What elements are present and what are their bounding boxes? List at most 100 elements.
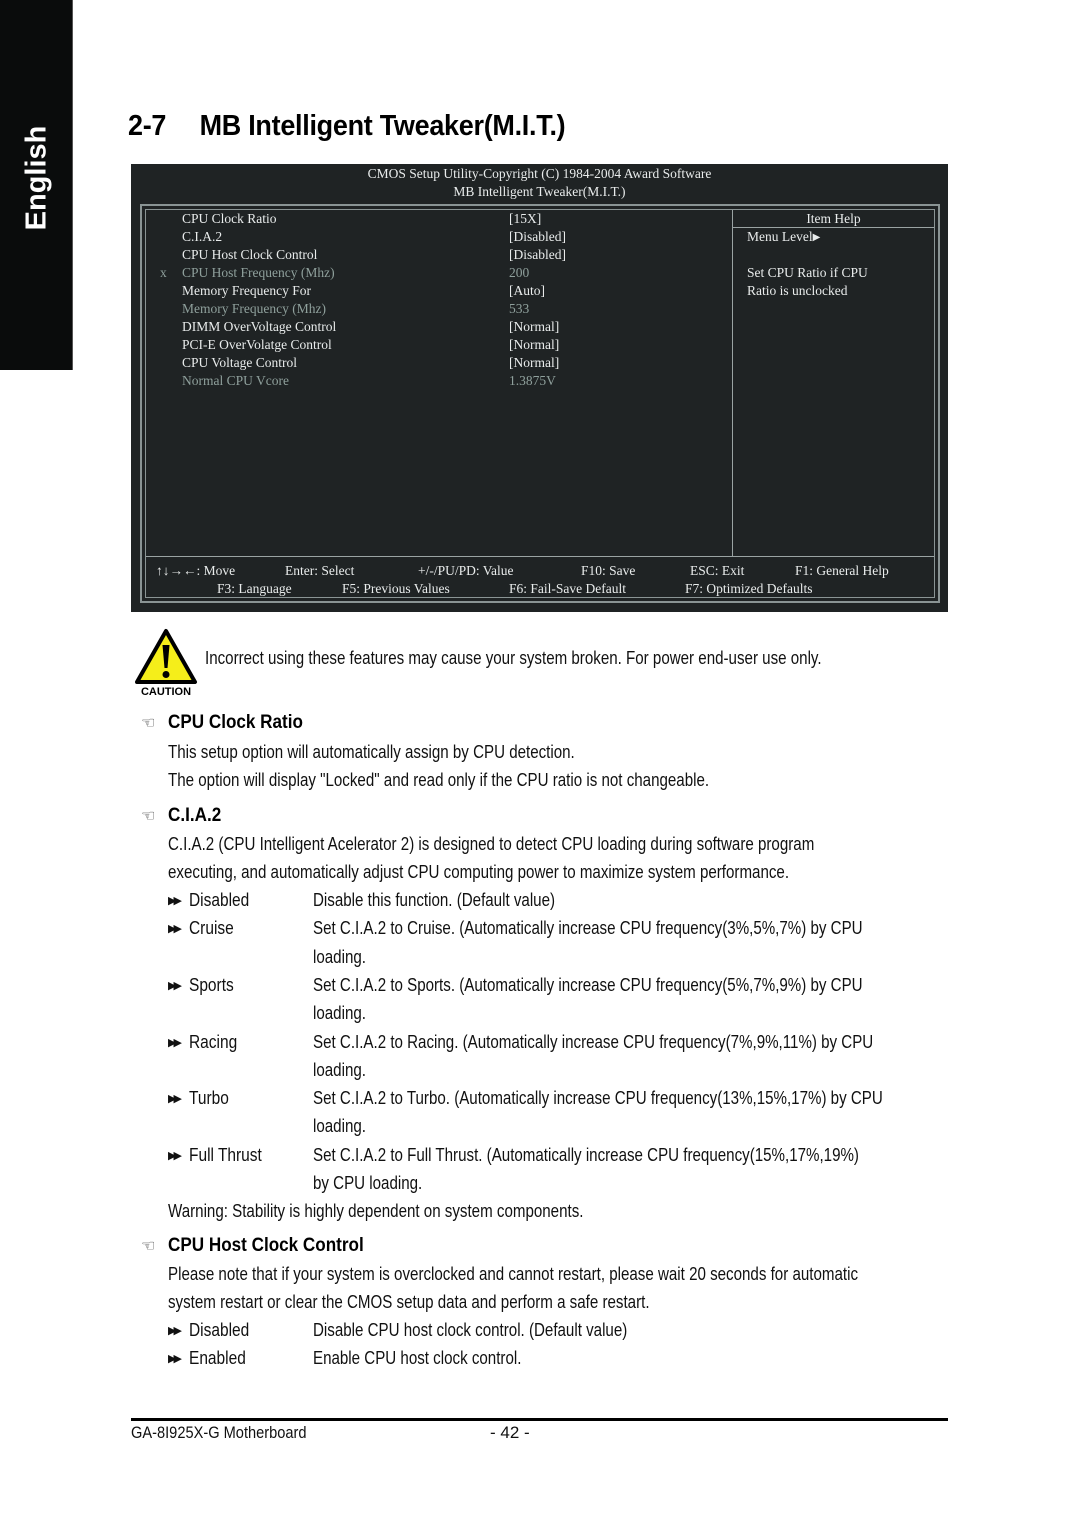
paragraph-line: C.I.A.2 (CPU Intelligent Acelerator 2) i… (168, 834, 815, 854)
warning-triangle-icon (135, 629, 197, 684)
bios-setting-value[interactable]: [Normal] (509, 336, 559, 354)
bios-setting-value: 1.3875V (509, 373, 556, 388)
option-name: Cruise (189, 918, 234, 939)
option-description: loading. (313, 1116, 366, 1137)
option-name: Full Thrust (189, 1144, 262, 1165)
key-hint-exit: ESC: Exit (690, 563, 745, 578)
bios-setting-value: 533 (509, 301, 530, 316)
help-text-line: Set CPU Ratio if CPU (747, 265, 868, 280)
paragraph-line: This setup option will automatically ass… (168, 742, 575, 762)
bios-copyright-header: CMOS Setup Utility-Copyright (C) 1984-20… (367, 166, 712, 181)
option-description: Set C.I.A.2 to Sports. (Automatically in… (313, 974, 863, 995)
language-side-tab: English (0, 0, 73, 370)
bios-setting-row[interactable]: PCI-E OverVolatge Control [Normal] (146, 336, 732, 354)
bios-setting-row[interactable]: CPU Host Clock Control [Disabled] (146, 246, 732, 264)
option-description: Set C.I.A.2 to Full Thrust. (Automatical… (313, 1144, 859, 1165)
double-arrow-bullet-icon: ▶▶ (168, 1093, 182, 1106)
key-hint-optimized-defaults: F7: Optimized Defaults (685, 581, 813, 596)
item-help-title: Item Help (806, 211, 861, 226)
key-hint-select: Enter: Select (285, 563, 355, 578)
key-hint-previous-values: F5: Previous Values (342, 581, 450, 596)
bios-inner-frame: CPU Clock Ratio [15X] C.I.A.2 [Disabled] CPU… (145, 209, 935, 598)
option-name: Sports (189, 974, 234, 995)
bios-setting-value[interactable]: [Disabled] (509, 246, 566, 264)
language-label: English (20, 125, 53, 231)
option-item: ▶▶ Cruise Set C.I.A.2 to Cruise. (Automati… (168, 918, 863, 939)
option-item: ▶▶ Disabled Disable CPU host clock control… (168, 1320, 627, 1341)
cia2-warning: Warning: Stability is highly dependent o… (168, 1201, 584, 1221)
option-item: ▶▶ Disabled Disable this function. (Defaul… (168, 890, 555, 911)
double-arrow-bullet-icon: ▶▶ (168, 1353, 182, 1366)
bios-setting-row[interactable]: CPU Voltage Control [Normal] (146, 354, 732, 372)
double-arrow-bullet-icon: ▶▶ (168, 979, 182, 992)
option-name: Enabled (189, 1348, 246, 1369)
bios-vertical-divider (732, 210, 733, 556)
section-title: MB Intelligent Tweaker(M.I.T.) (199, 110, 566, 142)
help-text-line: Ratio is unclocked (747, 283, 848, 298)
section-heading-cpu-host-clock-control: ☜ CPU Host Clock Control (141, 1235, 364, 1256)
option-item: ▶▶ Full Thrust Set C.I.A.2 to Full Thrust.… (168, 1145, 859, 1166)
bios-setting-label: Memory Frequency For (182, 283, 311, 298)
option-description: Enable CPU host clock control. (313, 1348, 522, 1369)
caution-label: CAUTION (140, 686, 192, 698)
pointing-hand-icon: ☜ (141, 1238, 156, 1255)
bios-setting-value[interactable]: [Disabled] (509, 228, 566, 246)
bios-setting-row: Memory Frequency (Mhz) 533 (146, 300, 732, 318)
option-name: Turbo (189, 1088, 229, 1109)
section-number: 2-7 (128, 110, 167, 142)
option-description: by CPU loading. (313, 1173, 423, 1193)
option-item: ▶▶ Racing Set C.I.A.2 to Racing. (Automati… (168, 1032, 873, 1053)
pointing-hand-icon: ☜ (141, 715, 156, 732)
option-description: Disable CPU host clock control. (Default… (313, 1320, 628, 1340)
paragraph-line: Please note that if your system is overc… (168, 1264, 859, 1284)
caution-icon: CAUTION (134, 628, 198, 700)
footer-rule (131, 1418, 948, 1421)
locked-marker: x (160, 265, 167, 280)
section-heading-cpu-clock-ratio: ☜ CPU Clock Ratio (141, 712, 303, 733)
bios-setting-value[interactable]: [Normal] (509, 354, 559, 372)
paragraph-line: system restart or clear the CMOS setup d… (168, 1292, 650, 1312)
bios-frame: CPU Clock Ratio [15X] C.I.A.2 [Disabled] CPU… (140, 204, 940, 603)
double-arrow-bullet-icon: ▶▶ (168, 923, 182, 936)
bios-setting-label: CPU Clock Ratio (182, 211, 277, 226)
menu-level-text: Menu Level▶ (747, 229, 821, 244)
option-description: loading. (313, 1003, 366, 1024)
key-hint-save: F10: Save (581, 563, 636, 578)
bios-setting-label: Normal CPU Vcore (182, 373, 289, 388)
bios-setting-row[interactable]: C.I.A.2 [Disabled] (146, 228, 732, 246)
option-description: loading. (313, 946, 366, 967)
bios-setting-label: C.I.A.2 (182, 229, 223, 244)
option-name: Racing (189, 1031, 238, 1052)
page-number: - 42 - (490, 1423, 530, 1442)
bios-setting-label: CPU Host Frequency (Mhz) (182, 265, 335, 280)
menu-level-arrow-icon: ▶ (812, 232, 821, 243)
bios-setting-row[interactable]: DIMM OverVoltage Control [Normal] (146, 318, 732, 336)
bios-setting-value[interactable]: [Auto] (509, 282, 545, 300)
footer-model: GA-8I925X-G Motherboard (131, 1423, 307, 1442)
pointing-hand-icon: ☜ (141, 808, 156, 825)
option-item: ▶▶ Enabled Enable CPU host clock control. (168, 1348, 521, 1369)
bios-setting-row: x CPU Host Frequency (Mhz) 200 (146, 264, 732, 282)
bios-setting-row[interactable]: Memory Frequency For [Auto] (146, 282, 732, 300)
bios-setting-value[interactable]: [15X] (509, 210, 541, 228)
bios-setting-row: Normal CPU Vcore 1.3875V (146, 372, 732, 390)
option-description: Set C.I.A.2 to Cruise. (Automatically in… (313, 918, 863, 939)
double-arrow-bullet-icon: ▶▶ (168, 1036, 182, 1049)
bios-setting-value[interactable]: [Normal] (509, 318, 559, 336)
key-hint-general-help: F1: General Help (795, 563, 889, 578)
bios-setting-value: 200 (509, 265, 530, 280)
option-description: loading. (313, 1059, 366, 1080)
key-hint-language: F3: Language (217, 581, 292, 596)
bios-menu-title: MB Intelligent Tweaker(M.I.T.) (453, 184, 626, 199)
option-name: Disabled (189, 1320, 250, 1340)
key-hint-value: +/-/PU/PD: Value (418, 563, 514, 578)
option-item: ▶▶ Turbo Set C.I.A.2 to Turbo. (Automatica… (168, 1088, 883, 1109)
option-item: ▶▶ Sports Set C.I.A.2 to Sports. (Automati… (168, 975, 863, 996)
bios-setting-row[interactable]: CPU Clock Ratio [15X] (146, 210, 732, 228)
bios-setting-label: Memory Frequency (Mhz) (182, 301, 326, 316)
double-arrow-bullet-icon: ▶▶ (168, 895, 182, 907)
caution-text: Incorrect using these features may cause… (205, 648, 822, 668)
option-description: Disable this function. (Default value) (313, 890, 556, 910)
bios-key-divider (146, 556, 934, 557)
paragraph-line: The option will display "Locked" and rea… (168, 770, 710, 790)
